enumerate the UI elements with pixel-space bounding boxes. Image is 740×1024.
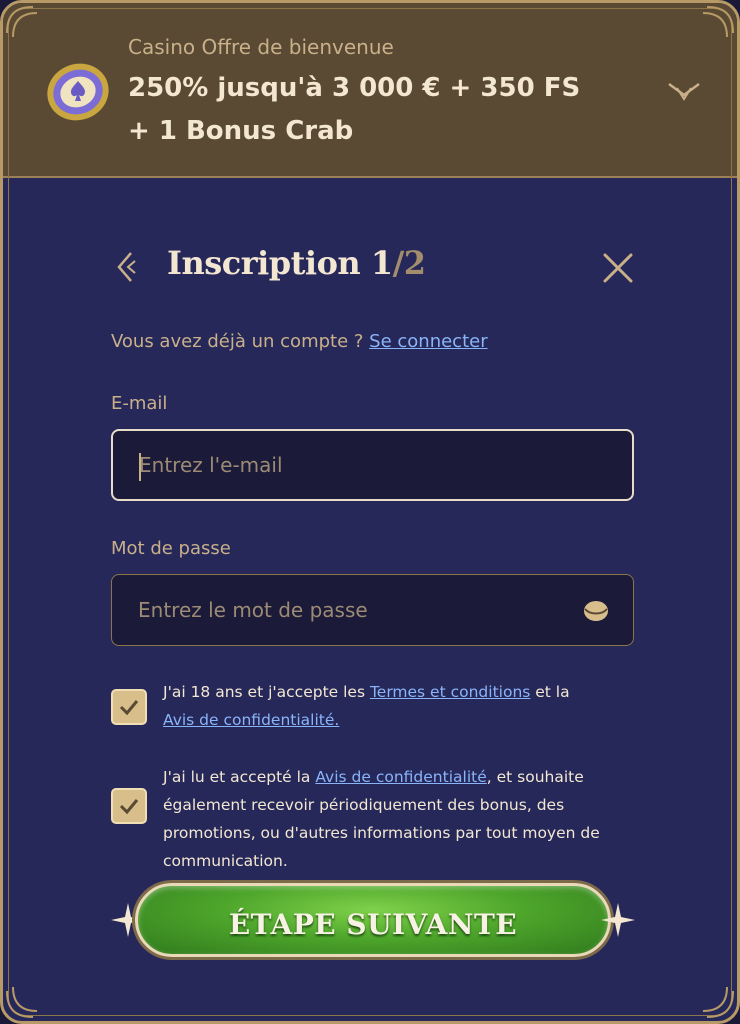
corner-ornament-icon: [697, 981, 737, 1021]
age-terms-checkbox[interactable]: [111, 689, 147, 725]
registration-modal: Casino Offre de bienvenue 250% jusqu'à 3…: [0, 0, 740, 1024]
text-caret: [139, 453, 141, 481]
checkmark-icon: [119, 799, 139, 815]
login-link[interactable]: Se connecter: [369, 331, 487, 352]
marketing-consent-text: J'ai lu et accepté la Avis de confidenti…: [163, 763, 643, 875]
email-label: E-mail: [111, 393, 168, 414]
close-icon[interactable]: [601, 251, 635, 285]
login-prompt: Vous avez déjà un compte ? Se connecter: [111, 331, 488, 352]
step-indicator: /2: [392, 244, 426, 282]
registration-header: Inscription 1/2: [111, 239, 637, 295]
offer-kicker: Casino Offre de bienvenue: [128, 35, 394, 59]
next-step-button[interactable]: ÉTAPE SUIVANTE: [135, 883, 611, 957]
next-step-label: ÉTAPE SUIVANTE: [228, 908, 518, 941]
sparkle-icon: [601, 903, 635, 937]
email-field-box: [111, 429, 634, 501]
login-prompt-text: Vous avez déjà un compte ?: [111, 331, 370, 352]
consent-text: J'ai lu et accepté la: [163, 768, 316, 786]
chevron-down-icon[interactable]: [665, 79, 703, 103]
email-field[interactable]: [113, 431, 632, 499]
consent-text: et la: [530, 683, 570, 701]
age-terms-text: J'ai 18 ans et j'accepte les Termes et c…: [163, 678, 643, 734]
checkmark-icon: [119, 700, 139, 716]
terms-link[interactable]: Termes et conditions: [370, 683, 530, 701]
consent-text: J'ai 18 ans et j'accepte les: [163, 683, 370, 701]
welcome-offer-banner[interactable]: Casino Offre de bienvenue 250% jusqu'à 3…: [3, 3, 737, 178]
privacy-link[interactable]: Avis de confidentialité.: [163, 711, 339, 729]
offer-title: 250% jusqu'à 3 000 € + 350 FS + 1 Bonus …: [128, 73, 581, 146]
password-label: Mot de passe: [111, 538, 231, 559]
page-title: Inscription 1/2: [167, 244, 426, 282]
chevron-left-icon[interactable]: [111, 249, 139, 285]
corner-ornament-icon: [3, 981, 43, 1021]
next-step-area: ÉTAPE SUIVANTE: [111, 879, 635, 961]
marketing-consent-checkbox[interactable]: [111, 788, 147, 824]
eye-icon[interactable]: [583, 599, 609, 623]
casino-chip-icon: [45, 59, 111, 125]
password-field-box: [111, 574, 634, 646]
page-title-text: Inscription 1: [167, 244, 393, 282]
privacy-link[interactable]: Avis de confidentialité: [315, 768, 486, 786]
password-field[interactable]: [112, 575, 633, 645]
